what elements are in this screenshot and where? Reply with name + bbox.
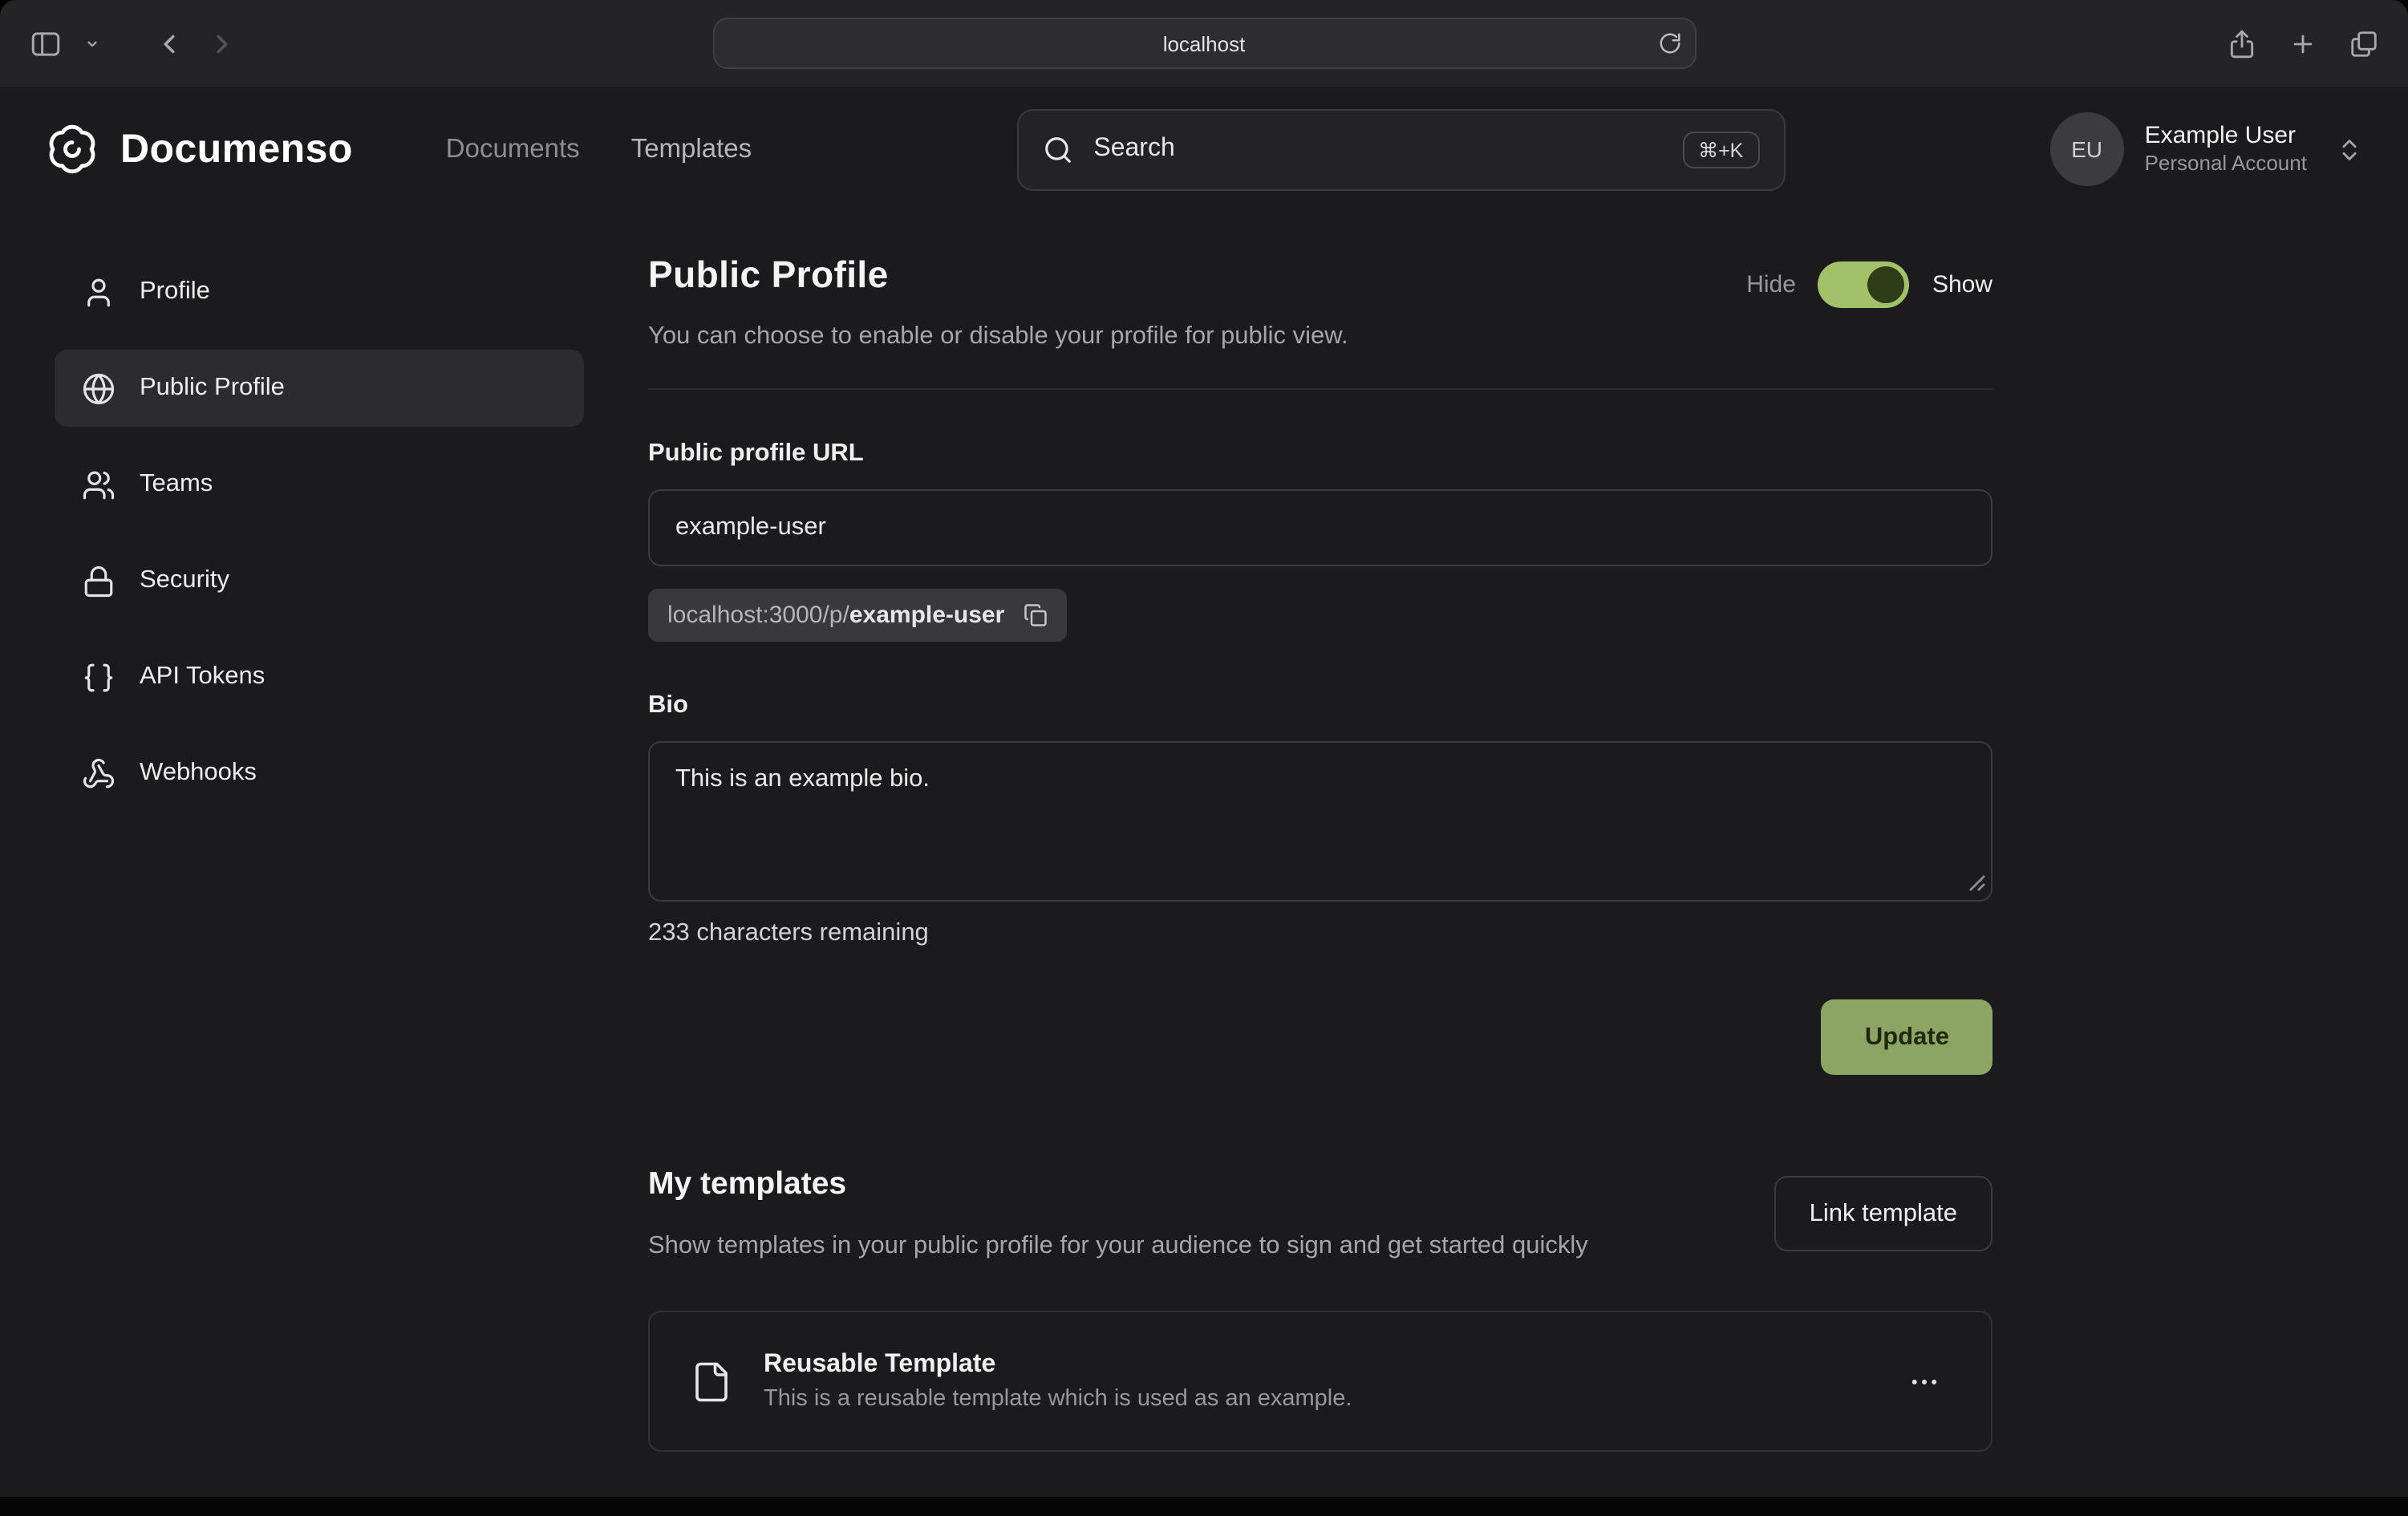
browser-chrome: localhost [0,0,2408,87]
app-header: Documenso Documents Templates Search ⌘+K… [0,87,2408,212]
forward-button[interactable] [201,22,244,65]
search-input[interactable]: Search ⌘+K [1016,108,1785,190]
chevron-left-icon [154,28,184,59]
address-bar-url: localhost [1163,31,1246,55]
tabs-icon [2349,28,2379,59]
chevrons-up-down-icon [2336,136,2363,163]
characters-remaining: 233 characters remaining [648,919,1992,948]
sidebar-item-label: Webhooks [140,759,257,788]
file-icon [690,1360,733,1404]
sidebar-menu-chevron-button[interactable] [79,30,106,57]
section-divider [648,388,1992,390]
search-icon [1042,134,1072,164]
documenso-logo-icon [45,122,99,176]
template-list-item[interactable]: Reusable Template This is a reusable tem… [648,1311,1992,1453]
brand-name: Documenso [120,126,353,172]
plus-icon [2289,30,2317,57]
link-template-button[interactable]: Link template [1774,1176,1992,1251]
user-account-type: Personal Account [2145,152,2307,179]
public-profile-link: localhost:3000/p/example-user [648,589,1067,642]
settings-content: Profile Public Profile Teams Security AP… [0,212,2408,1497]
browser-window: localhost Documenso Doc [0,0,2408,1516]
sidebar-item-public-profile[interactable]: Public Profile [55,350,584,427]
reload-button[interactable] [1651,25,1688,62]
url-field-label: Public profile URL [648,440,1992,468]
stage: localhost Documenso Doc [0,0,2408,1516]
visibility-toggle-row: Hide Show [1746,261,1992,308]
sidebar-icon [29,26,63,60]
my-templates-section: My templates Show templates in your publ… [648,1166,1992,1453]
sidebar-item-teams[interactable]: Teams [55,446,584,523]
sidebar-item-label: Teams [140,470,213,499]
sidebar-toggle-button[interactable] [22,20,69,67]
sidebar-item-label: API Tokens [140,663,265,691]
window-bottom-edge [0,1497,2408,1516]
chrome-left-controls [22,20,244,67]
sidebar-item-security[interactable]: Security [55,542,584,619]
users-icon [82,468,116,501]
reload-icon [1657,31,1681,55]
page-subtitle: You can choose to enable or disable your… [648,322,1992,351]
sidebar-item-webhooks[interactable]: Webhooks [55,735,584,812]
user-menu[interactable]: EU Example User Personal Account [2050,112,2363,186]
template-texts: Reusable Template This is a reusable tem… [764,1352,1352,1413]
update-button[interactable]: Update [1822,999,1992,1075]
hide-label: Hide [1746,271,1796,298]
search-placeholder: Search [1093,135,1174,164]
profile-visibility-toggle[interactable] [1818,261,1910,308]
public-profile-link-text: localhost:3000/p/example-user [667,602,1004,629]
sidebar-item-label: Security [140,566,229,595]
sidebar-item-label: Profile [140,278,210,306]
user-name: Example User [2145,120,2307,152]
brand[interactable]: Documenso [45,122,353,176]
user-icon [82,275,116,309]
toggle-knob [1868,266,1905,303]
new-tab-button[interactable] [2283,23,2323,63]
bio-textarea[interactable] [648,741,1992,902]
public-profile-url-input[interactable] [648,489,1992,566]
settings-sidebar: Profile Public Profile Teams Security AP… [55,253,584,1497]
template-name: Reusable Template [764,1352,1352,1380]
copy-link-button[interactable] [1020,600,1051,630]
ellipsis-icon [1907,1365,1941,1399]
chevron-down-icon [85,36,99,51]
chrome-right-controls [2220,22,2386,65]
tab-overview-button[interactable] [2342,22,2386,65]
nav-templates[interactable]: Templates [631,134,752,164]
bio-field-label: Bio [648,691,1992,720]
show-label: Show [1932,271,1992,298]
main-nav: Documents Templates [446,134,752,164]
public-profile-panel: Public Profile Hide Show You can choose … [648,253,1992,1497]
webhook-icon [82,756,116,790]
braces-icon [82,660,116,694]
bio-textarea-wrap [648,741,1992,902]
lock-icon [82,564,116,598]
sidebar-item-profile[interactable]: Profile [55,253,584,330]
nav-documents[interactable]: Documents [446,134,580,164]
sidebar-item-label: Public Profile [140,374,285,403]
template-description: This is a reusable template which is use… [764,1387,1352,1413]
search-shortcut-badge: ⌘+K [1682,131,1759,168]
my-templates-description: Show templates in your public profile fo… [648,1226,1739,1268]
sidebar-item-api-tokens[interactable]: API Tokens [55,638,584,715]
share-icon [2227,28,2257,59]
copy-icon [1024,603,1048,627]
globe-icon [82,371,116,405]
share-button[interactable] [2220,22,2264,65]
update-row: Update [648,999,1992,1075]
resize-grip-icon[interactable] [1968,874,1986,892]
avatar: EU [2050,112,2124,186]
template-menu-button[interactable] [1898,1356,1951,1409]
back-button[interactable] [148,22,191,65]
avatar-initials: EU [2071,136,2102,162]
address-bar[interactable]: localhost [712,18,1696,69]
chevron-right-icon [207,28,237,59]
user-names: Example User Personal Account [2145,120,2307,179]
